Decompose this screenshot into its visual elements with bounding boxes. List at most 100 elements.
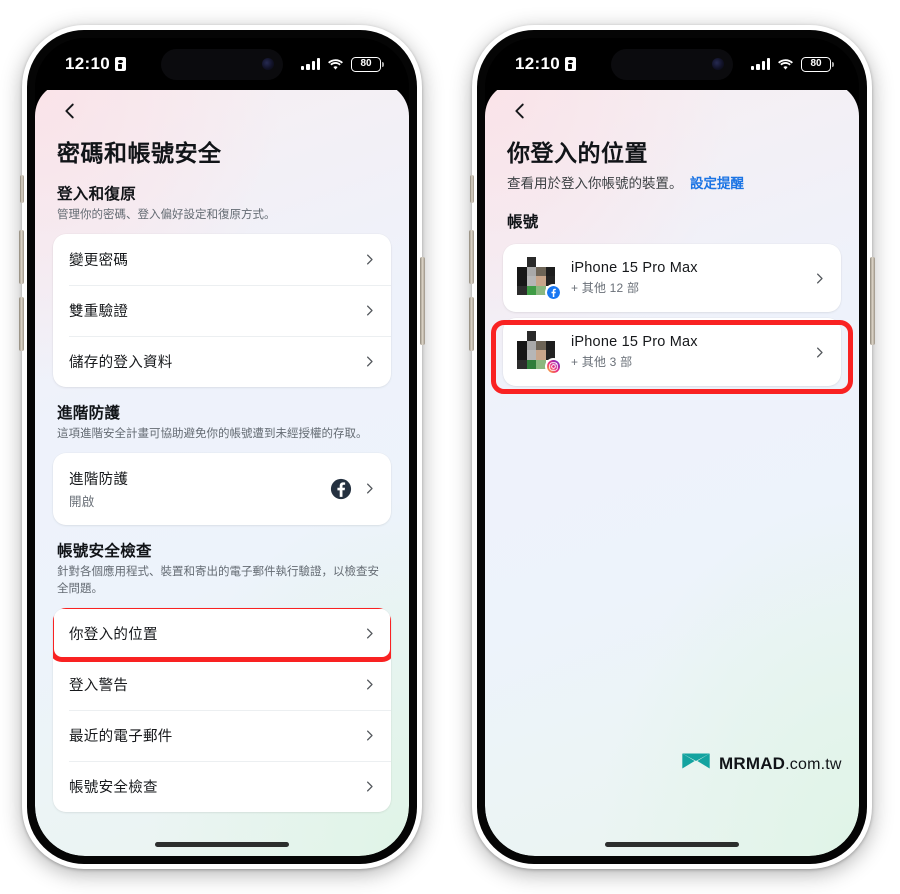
row-label: 進階防護 開啟 [69, 468, 320, 510]
page-title: 你登入的位置 [507, 140, 648, 166]
volume-up-button[interactable] [19, 230, 24, 284]
device-info: iPhone 15 Pro Max + 其他 12 部 [571, 260, 800, 296]
back-icon[interactable] [509, 100, 531, 122]
chevron-right-icon [362, 252, 377, 267]
screenshot-stage: 密碼和帳號安全 登入和復原 管理你的密碼、登入偏好設定和復原方式。 變更密碼 雙… [0, 0, 900, 894]
row-saved-logins[interactable]: 儲存的登入資料 [53, 335, 391, 387]
battery-icon: 80 [801, 56, 834, 72]
row-change-password[interactable]: 變更密碼 [53, 234, 391, 285]
section-heading-advanced-protection: 進階防護 [57, 404, 121, 422]
row-label: 雙重驗證 [69, 303, 129, 320]
chevron-right-icon [362, 626, 377, 641]
power-button[interactable] [870, 257, 875, 345]
card-device-facebook: iPhone 15 Pro Max + 其他 12 部 [503, 244, 841, 313]
phone-right: 你登入的位置 查看用於登入你帳號的裝置。 設定提醒 帳號 iPhone 15 P… [469, 25, 875, 869]
avatar [517, 331, 562, 376]
row-recent-emails[interactable]: 最近的電子郵件 [53, 710, 391, 761]
avatar [517, 257, 562, 302]
card-device-instagram: iPhone 15 Pro Max + 其他 3 部 [503, 318, 841, 387]
power-button[interactable] [420, 257, 425, 345]
row-label: 你登入的位置 [69, 627, 158, 644]
section-heading-login-recovery: 登入和復原 [57, 186, 137, 203]
app-surface-right: 你登入的位置 查看用於登入你帳號的裝置。 設定提醒 帳號 iPhone 15 P… [485, 82, 859, 856]
row-label: 儲存的登入資料 [69, 354, 173, 371]
watermark-suffix: .com.tw [785, 755, 842, 773]
row-label: 帳號安全檢查 [69, 780, 158, 797]
volume-down-button[interactable] [19, 297, 24, 351]
section-description-security-checkup: 針對各個應用程式、裝置和寄出的電子郵件執行驗證，以檢查安全問題。 [57, 565, 379, 596]
chevron-right-icon [362, 728, 377, 743]
section-heading-accounts: 帳號 [507, 214, 539, 232]
row-advanced-protection[interactable]: 進階防護 開啟 [53, 453, 391, 525]
wifi-icon [777, 58, 794, 71]
status-indicators: 80 [301, 56, 384, 72]
device-name: iPhone 15 Pro Max [571, 260, 698, 277]
cellular-signal-icon [301, 58, 320, 70]
battery-level: 80 [810, 58, 822, 69]
page-subtitle-text: 查看用於登入你帳號的裝置。 [507, 176, 683, 191]
chevron-right-icon [362, 779, 377, 794]
lock-icon [564, 57, 576, 71]
card-security-checkup: 你登入的位置 登入警告 最近的電子郵件 帳號安全檢查 [53, 608, 391, 813]
watermark-text: MRMAD.com.tw [719, 754, 842, 774]
phone-screen-right: 你登入的位置 查看用於登入你帳號的裝置。 設定提醒 帳號 iPhone 15 P… [485, 38, 859, 856]
chevron-right-icon [362, 303, 377, 318]
phone-screen-left: 密碼和帳號安全 登入和復原 管理你的密碼、登入偏好設定和復原方式。 變更密碼 雙… [35, 38, 409, 856]
page-subtitle: 查看用於登入你帳號的裝置。 設定提醒 [507, 174, 839, 194]
silent-switch[interactable] [470, 175, 474, 203]
home-indicator[interactable] [155, 842, 289, 847]
device-count: + 其他 12 部 [571, 281, 640, 296]
device-count: + 其他 3 部 [571, 355, 633, 370]
status-time-text: 12:10 [65, 54, 110, 73]
page-title: 密碼和帳號安全 [57, 140, 222, 166]
row-where-you-are-logged-in[interactable]: 你登入的位置 [53, 608, 391, 659]
section-description-advanced-protection: 這項進階安全計畫可協助避免你的帳號遭到未經授權的存取。 [57, 427, 368, 440]
chevron-right-icon [812, 271, 827, 286]
chevron-right-icon [362, 481, 377, 496]
status-indicators: 80 [751, 56, 834, 72]
status-time: 12:10 [65, 54, 126, 74]
row-login-alerts[interactable]: 登入警告 [53, 659, 391, 710]
row-two-factor-auth[interactable]: 雙重驗證 [53, 284, 391, 336]
volume-up-button[interactable] [469, 230, 474, 284]
devices-container: iPhone 15 Pro Max + 其他 12 部 iPhone 15 Pr… [491, 244, 853, 395]
lock-icon [114, 57, 126, 71]
facebook-icon [545, 284, 562, 302]
instagram-icon [545, 358, 562, 376]
silent-switch[interactable] [20, 175, 24, 203]
dynamic-island [611, 49, 733, 80]
home-indicator[interactable] [605, 842, 739, 847]
row-label-text: 進階防護 [69, 471, 129, 488]
back-icon[interactable] [59, 100, 81, 122]
status-time: 12:10 [515, 54, 576, 74]
device-info: iPhone 15 Pro Max + 其他 3 部 [571, 334, 800, 370]
phone-bezel-right: 你登入的位置 查看用於登入你帳號的裝置。 設定提醒 帳號 iPhone 15 P… [477, 30, 867, 864]
row-label: 最近的電子郵件 [69, 729, 173, 746]
dynamic-island [161, 49, 283, 80]
status-time-text: 12:10 [515, 54, 560, 73]
row-account-security-check[interactable]: 帳號安全檢查 [53, 761, 391, 812]
app-surface-left: 密碼和帳號安全 登入和復原 管理你的密碼、登入偏好設定和復原方式。 變更密碼 雙… [35, 82, 409, 856]
row-label-sub: 開啟 [69, 494, 95, 509]
watermark-brand: MRMAD [719, 753, 786, 773]
cellular-signal-icon [751, 58, 770, 70]
phone-bezel-left: 密碼和帳號安全 登入和復原 管理你的密碼、登入偏好設定和復原方式。 變更密碼 雙… [27, 30, 417, 864]
set-reminder-link[interactable]: 設定提醒 [690, 176, 744, 191]
facebook-icon [330, 478, 352, 500]
battery-icon: 80 [351, 56, 384, 72]
wifi-icon [327, 58, 344, 71]
section-description-login-recovery: 管理你的密碼、登入偏好設定和復原方式。 [57, 209, 276, 221]
chevron-right-icon [812, 345, 827, 360]
battery-level: 80 [360, 58, 372, 69]
row-label: 變更密碼 [69, 252, 129, 269]
device-row-facebook[interactable]: iPhone 15 Pro Max + 其他 12 部 [503, 244, 841, 312]
card-login-recovery: 變更密碼 雙重驗證 儲存的登入資料 [53, 233, 391, 387]
chevron-right-icon [362, 354, 377, 369]
card-advanced-protection: 進階防護 開啟 [53, 452, 391, 525]
volume-down-button[interactable] [469, 297, 474, 351]
section-heading-security-checkup: 帳號安全檢查 [57, 542, 152, 560]
phone-left: 密碼和帳號安全 登入和復原 管理你的密碼、登入偏好設定和復原方式。 變更密碼 雙… [19, 25, 425, 869]
row-label: 登入警告 [69, 678, 129, 695]
device-row-instagram[interactable]: iPhone 15 Pro Max + 其他 3 部 [503, 318, 841, 386]
mrmad-logo-icon [681, 751, 711, 776]
